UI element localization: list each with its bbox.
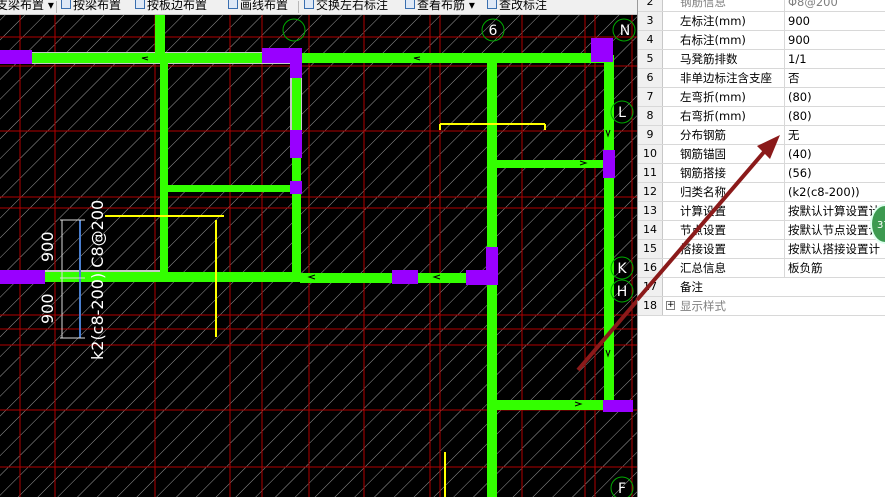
property-row[interactable]: 2 钢筋信息 Φ8@200 bbox=[638, 0, 885, 12]
toolbar-item-4-label: 交换左右标注 bbox=[316, 0, 389, 12]
property-row-number: 9 bbox=[638, 126, 663, 144]
property-label: 右弯折(mm) bbox=[680, 109, 746, 123]
toolbar-item-5[interactable]: 查看布筋 ▾ bbox=[405, 0, 475, 12]
property-row-number: 15 bbox=[638, 240, 663, 258]
property-row-number: 13 bbox=[638, 202, 663, 220]
property-row[interactable]: 4 右标注(mm) 900 bbox=[638, 31, 885, 50]
property-label: 汇总信息 bbox=[680, 261, 726, 275]
property-row[interactable]: 16 汇总信息 板负筋 bbox=[638, 259, 885, 278]
property-value[interactable]: 按默认搭接设置计 bbox=[784, 240, 885, 258]
toolbar-item-0-label: 支梁布置 ▾ bbox=[0, 0, 54, 12]
axis-label-6: 6 bbox=[489, 23, 498, 39]
property-value[interactable]: (80) bbox=[784, 88, 885, 106]
property-row[interactable]: 17 备注 bbox=[638, 278, 885, 297]
property-value[interactable]: 1/1 bbox=[784, 50, 885, 68]
property-label: 归类名称 bbox=[680, 185, 726, 199]
toolbar-item-2[interactable]: 按板边布置 bbox=[135, 0, 207, 12]
property-row-number: 10 bbox=[638, 145, 663, 163]
property-label: 分布钢筋 bbox=[680, 128, 726, 142]
toolbar-item-3-label: 画线布置 bbox=[240, 0, 289, 12]
property-row-number: 8 bbox=[638, 107, 663, 125]
property-row[interactable]: 8 右弯折(mm) (80) bbox=[638, 107, 885, 126]
slab-edge-icon bbox=[135, 0, 145, 9]
property-row-number: 18 bbox=[638, 297, 663, 315]
property-value[interactable]: 无 bbox=[784, 126, 885, 144]
property-row-number: 7 bbox=[638, 88, 663, 106]
axis-label-f: F bbox=[618, 481, 626, 497]
property-row[interactable]: 14 节点设置 按默认节点设置计 bbox=[638, 221, 885, 240]
property-value[interactable]: 900 bbox=[784, 12, 885, 30]
toolbar-item-6[interactable]: 查改标注 bbox=[487, 0, 547, 12]
property-row[interactable]: 10 钢筋锚固 (40) bbox=[638, 145, 885, 164]
property-row-number: 17 bbox=[638, 278, 663, 296]
edit-label-icon bbox=[487, 0, 497, 9]
property-value[interactable]: (56) bbox=[784, 164, 885, 182]
property-row[interactable]: 18 + 显示样式 bbox=[638, 297, 885, 316]
property-value[interactable]: 900 bbox=[784, 31, 885, 49]
property-label: 钢筋信息 bbox=[680, 0, 726, 9]
badge-text: 37 bbox=[877, 220, 885, 231]
dimension-text-top: 900 bbox=[38, 231, 57, 262]
property-label: 钢筋搭接 bbox=[680, 166, 726, 180]
property-panel: 2 钢筋信息 Φ8@200 3 左标注(mm) 900 4 右标注(mm) 900 5 马凳筋排数 1… bbox=[637, 0, 885, 497]
toolbar-item-4[interactable]: 交换左右标注 bbox=[304, 0, 388, 12]
toolbar-item-1-label: 按梁布置 bbox=[73, 0, 122, 12]
property-row[interactable]: 7 左弯折(mm) (80) bbox=[638, 88, 885, 107]
draw-line-icon bbox=[228, 0, 238, 9]
property-row[interactable]: 3 左标注(mm) 900 bbox=[638, 12, 885, 31]
axis-label-k: K bbox=[617, 261, 627, 277]
swap-icon bbox=[304, 0, 314, 9]
property-label: 搭接设置 bbox=[680, 242, 726, 256]
property-label: 显示样式 bbox=[680, 299, 726, 313]
property-row-number: 6 bbox=[638, 69, 663, 87]
property-label: 备注 bbox=[680, 280, 703, 294]
axis-label-l: L bbox=[618, 105, 626, 121]
property-row-number: 12 bbox=[638, 183, 663, 201]
property-label: 左标注(mm) bbox=[680, 14, 746, 28]
dimension-text-bottom: 900 bbox=[38, 293, 57, 324]
property-row-number: 4 bbox=[638, 31, 663, 49]
axis-label-h: H bbox=[617, 284, 628, 300]
toolbar-item-0[interactable]: 支梁布置 ▾ bbox=[0, 0, 54, 12]
property-label: 非单边标注含支座 bbox=[680, 71, 772, 85]
toolbar-item-1[interactable]: 按梁布置 bbox=[61, 0, 121, 12]
property-value[interactable]: (40) bbox=[784, 145, 885, 163]
toolbar-item-5-label: 查看布筋 ▾ bbox=[417, 0, 475, 12]
property-row-number: 3 bbox=[638, 12, 663, 30]
property-value[interactable]: (80) bbox=[784, 107, 885, 125]
property-label: 右标注(mm) bbox=[680, 33, 746, 47]
property-row[interactable]: 6 非单边标注含支座否 bbox=[638, 69, 885, 88]
property-row[interactable]: 15 搭接设置 按默认搭接设置计 bbox=[638, 240, 885, 259]
property-row-number: 11 bbox=[638, 164, 663, 182]
property-label: 钢筋锚固 bbox=[680, 147, 726, 161]
property-row-number: 14 bbox=[638, 221, 663, 239]
property-value[interactable]: 板负筋 bbox=[784, 259, 885, 277]
property-label: 左弯折(mm) bbox=[680, 90, 746, 104]
beam-icon bbox=[61, 0, 71, 9]
property-row-number: 16 bbox=[638, 259, 663, 277]
rebar-label: k2(c8-200) C8@200 bbox=[88, 200, 107, 360]
property-row[interactable]: 13 计算设置 按默认计算设置计 bbox=[638, 202, 885, 221]
toolbar: 支梁布置 ▾ 按梁布置 按板边布置 画线布置 交换左右标注 查看布筋 ▾ 查改标… bbox=[0, 0, 637, 15]
expand-icon[interactable]: + bbox=[666, 301, 675, 310]
property-label: 节点设置 bbox=[680, 223, 726, 237]
property-row-number: 2 bbox=[638, 0, 663, 11]
toolbar-item-2-label: 按板边布置 bbox=[147, 0, 208, 12]
drawing-canvas[interactable]: 6 N L K H F 900 900 k2(c8-200) C8@200 bbox=[0, 15, 637, 497]
property-value[interactable]: (k2(c8-200)) bbox=[784, 183, 885, 201]
property-value[interactable]: 否 bbox=[784, 69, 885, 87]
toolbar-item-3[interactable]: 画线布置 bbox=[228, 0, 288, 12]
property-row[interactable]: 5 马凳筋排数 1/1 bbox=[638, 50, 885, 69]
property-value[interactable]: Φ8@200 bbox=[784, 0, 885, 11]
view-rebar-icon bbox=[405, 0, 415, 9]
property-label: 计算设置 bbox=[680, 204, 726, 218]
property-row[interactable]: 11 钢筋搭接 (56) bbox=[638, 164, 885, 183]
toolbar-item-6-label: 查改标注 bbox=[499, 0, 548, 12]
property-label: 马凳筋排数 bbox=[680, 52, 738, 66]
property-row[interactable]: 9 分布钢筋 无 bbox=[638, 126, 885, 145]
property-row-number: 5 bbox=[638, 50, 663, 68]
property-row[interactable]: 12 归类名称 (k2(c8-200)) bbox=[638, 183, 885, 202]
axis-label-n: N bbox=[620, 23, 630, 39]
